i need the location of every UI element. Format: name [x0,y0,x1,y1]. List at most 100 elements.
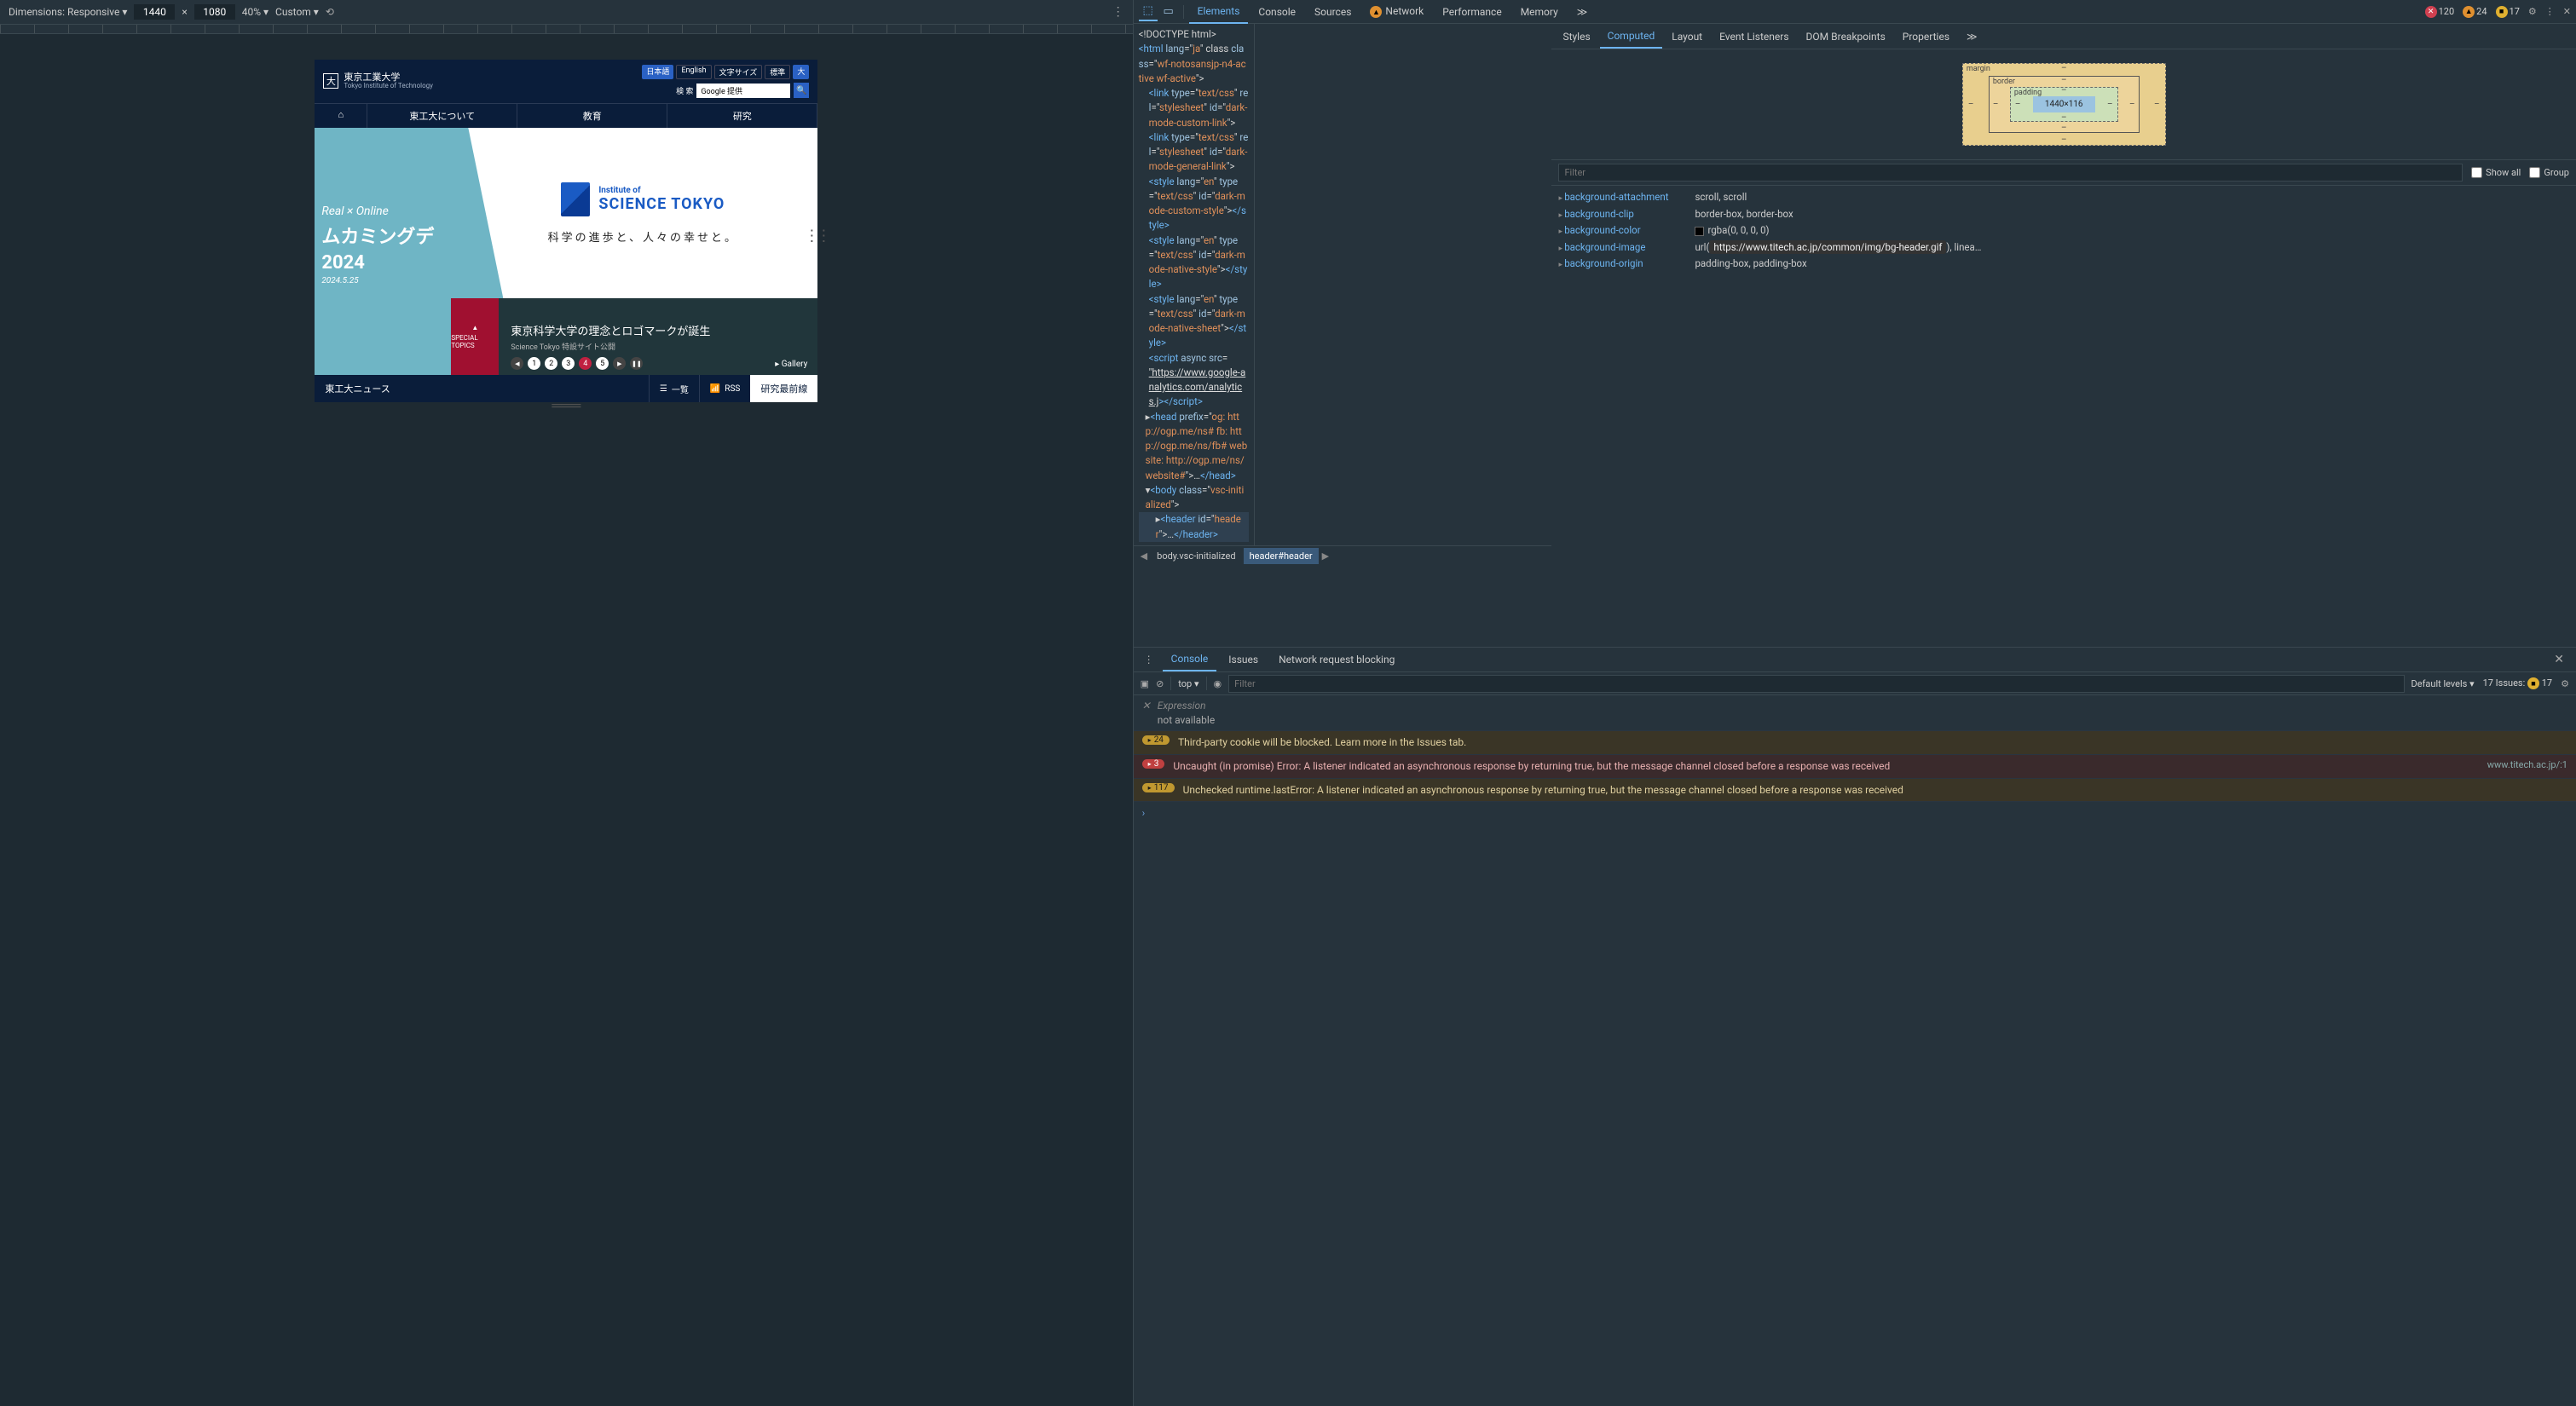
nav-home[interactable]: ⌂ [315,104,367,128]
side-tabs-more[interactable]: ≫ [1959,26,1985,48]
slide-next[interactable]: ▶ [613,357,626,370]
dom-style2[interactable]: <style lang="en" type="text/css" id="dar… [1139,233,1249,292]
dom-head[interactable]: ▸<head prefix="og: http://ogp.me/ns# fb:… [1139,410,1249,483]
tab-elements[interactable]: Elements [1189,0,1249,24]
slide-prev[interactable]: ◀ [511,357,523,370]
side-tab-dombp[interactable]: DOM Breakpoints [1799,26,1893,48]
drawer-tab-blocking[interactable]: Network request blocking [1270,648,1403,671]
issue-count[interactable]: ■17 [2496,6,2520,18]
search-input[interactable]: Google 提供 [696,84,790,98]
search-button[interactable]: 🔍 [794,83,809,98]
page-preview[interactable]: 大 東京工業大学 Tokyo Institute of Technology 日… [315,60,817,412]
drawer-tab-console[interactable]: Console [1163,648,1217,671]
dom-style1[interactable]: <style lang="en" type="text/css" id="dar… [1139,175,1249,233]
crumb-prev-icon[interactable]: ◀ [1139,550,1149,562]
close-icon[interactable]: ✕ [2563,6,2571,17]
lang-en[interactable]: English [676,65,711,79]
prop-row[interactable]: background-colorrgba(0, 0, 0, 0) [1558,222,2569,239]
font-large[interactable]: 大 [793,65,809,79]
nav-education[interactable]: 教育 [517,104,667,128]
dom-style3[interactable]: <style lang="en" type="text/css" id="dar… [1139,292,1249,351]
console-sidebar-icon[interactable]: ▣ [1141,678,1149,689]
console-prompt[interactable]: › [1134,802,2576,824]
error-count[interactable]: ✕120 [2425,6,2455,18]
nav-about[interactable]: 東工大について [367,104,517,128]
side-tab-layout[interactable]: Layout [1664,26,1710,48]
width-input[interactable] [134,4,175,20]
news-list[interactable]: ☰一覧 [649,375,699,402]
prop-row[interactable]: background-originpadding-box, padding-bo… [1558,256,2569,273]
dom-doctype[interactable]: <!DOCTYPE html> [1139,27,1249,42]
tab-console[interactable]: Console [1250,1,1304,23]
device-menu-icon[interactable]: ⋮ [1112,5,1124,19]
issues-link[interactable]: 17 Issues: ■ 17 [2483,677,2553,690]
computed-filter-input[interactable] [1558,164,2463,182]
gallery-link[interactable]: ▸ Gallery [775,360,807,369]
throttle-dropdown[interactable]: Custom ▾ [275,6,319,18]
slide-4[interactable]: 4 [579,357,592,370]
crumb-body[interactable]: body.vsc-initialized [1151,548,1241,564]
live-expression-icon[interactable]: ◉ [1214,678,1222,689]
slide-1[interactable]: 1 [528,357,540,370]
font-normal[interactable]: 標準 [765,65,790,79]
group-checkbox[interactable]: Group [2529,167,2569,178]
context-selector[interactable]: top ▾ [1178,678,1198,689]
special-title[interactable]: 東京科学大学の理念とロゴマークが誕生 [511,322,806,338]
side-tab-computed[interactable]: Computed [1600,25,1663,49]
tab-sources[interactable]: Sources [1306,1,1360,23]
dom-html[interactable]: <html lang="ja" class class="wf-notosans… [1139,42,1249,86]
box-model[interactable]: margin – – – – border – – – – padding – [1551,49,2576,159]
console-message-warn[interactable]: 117 Unchecked runtime.lastError: A liste… [1134,779,2576,803]
console-message-error[interactable]: 3 Uncaught (in promise) Error: A listene… [1134,755,2576,779]
console-message-warn[interactable]: 24 Third-party cookie will be blocked. L… [1134,731,2576,755]
news-more[interactable]: 研究最前線 [750,375,817,402]
tabs-more[interactable]: ≫ [1568,1,1597,23]
show-all-checkbox[interactable]: Show all [2471,167,2521,178]
elements-tree[interactable]: <!DOCTYPE html> <html lang="ja" class cl… [1134,24,1255,545]
drawer-tab-issues[interactable]: Issues [1220,648,1267,671]
console-clear-icon[interactable]: ⊘ [1156,678,1164,689]
slide-pause[interactable]: ❚❚ [630,357,643,370]
dimensions-dropdown[interactable]: Dimensions: Responsive ▾ [9,6,127,18]
crumb-next-icon[interactable]: ▶ [1320,550,1331,562]
warning-count[interactable]: ▲24 [2463,6,2486,18]
prop-row[interactable]: background-clipborder-box, border-box [1558,206,2569,223]
height-input[interactable] [194,4,235,20]
slide-5[interactable]: 5 [596,357,609,370]
resize-handle-right[interactable]: ⋮⋮ [804,228,828,245]
console-gear-icon[interactable]: ⚙ [2561,678,2569,689]
prop-row[interactable]: background-imageurl(https://www.titech.a… [1558,239,2569,256]
gear-icon[interactable]: ⚙ [2528,6,2537,17]
site-logo[interactable]: 大 東京工業大学 Tokyo Institute of Technology [323,72,433,90]
prop-row[interactable]: background-attachmentscroll, scroll [1558,189,2569,206]
tab-performance[interactable]: Performance [1434,1,1510,23]
inspect-icon[interactable]: ⬚ [1139,3,1158,21]
console-filter-input[interactable] [1228,675,2404,693]
side-tab-props[interactable]: Properties [1895,26,1957,48]
device-toggle-icon[interactable]: ▭ [1159,3,1178,21]
dom-link2[interactable]: <link type="text/css" rel="stylesheet" i… [1139,130,1249,175]
crumb-header[interactable]: header#header [1244,548,1319,564]
side-tab-listeners[interactable]: Event Listeners [1712,26,1796,48]
dom-header-selected[interactable]: ▸<header id="header">…</header> [1139,512,1249,542]
kebab-icon[interactable]: ⋮ [2545,6,2555,17]
drag-handle-bottom[interactable]: ═══ [315,402,817,412]
drawer-close-icon[interactable]: ✕ [2547,649,2571,670]
rotate-icon[interactable]: ⟲ [326,6,334,18]
side-tab-styles[interactable]: Styles [1555,26,1597,48]
drawer-menu-icon[interactable]: ⋮ [1139,654,1159,666]
slide-3[interactable]: 3 [562,357,575,370]
lang-ja[interactable]: 日本語 [642,65,673,79]
news-rss[interactable]: 📶RSS [699,375,751,402]
nav-research[interactable]: 研究 [667,104,817,128]
tab-network[interactable]: ▲Network [1361,0,1432,23]
dom-body[interactable]: ▾<body class="vsc-initialized"> [1139,483,1249,513]
live-expression-row[interactable]: ✕ Expression not available [1134,695,2576,731]
tab-memory[interactable]: Memory [1512,1,1567,23]
dom-link1[interactable]: <link type="text/css" rel="stylesheet" i… [1139,86,1249,130]
dom-script[interactable]: <script async src="https://www.google-an… [1139,351,1249,410]
log-levels-dropdown[interactable]: Default levels ▾ [2411,678,2475,689]
slide-2[interactable]: 2 [545,357,557,370]
message-source[interactable]: www.titech.ac.jp/:1 [2487,759,2567,770]
zoom-dropdown[interactable]: 40% ▾ [242,6,269,18]
